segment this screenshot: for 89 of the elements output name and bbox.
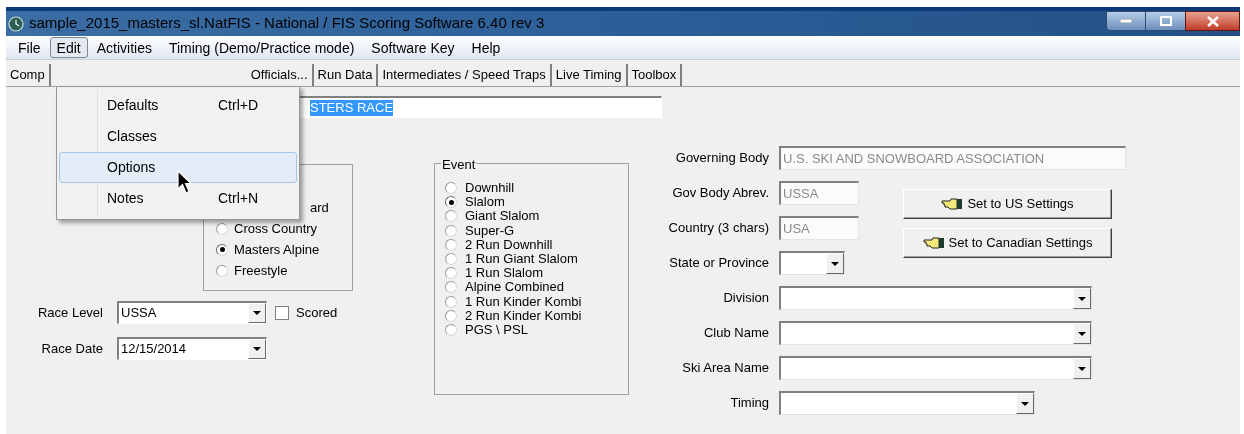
field-label: Country (3 chars) <box>667 219 770 238</box>
minimize-icon <box>1120 19 1132 23</box>
combo-box[interactable]: USSA <box>117 301 267 324</box>
combo-box[interactable] <box>779 251 845 275</box>
caret-icon <box>1021 401 1029 406</box>
radio-button[interactable] <box>445 281 457 294</box>
combo-box[interactable]: 12/15/2014 <box>117 337 267 360</box>
dropdown-button[interactable] <box>248 339 266 359</box>
menu-item[interactable]: Help <box>463 37 509 58</box>
field-label: Club Name <box>702 324 770 343</box>
caret-icon <box>253 347 261 351</box>
tab[interactable]: Live Timing <box>551 64 628 86</box>
caret-icon <box>1078 366 1086 371</box>
checkbox[interactable] <box>275 305 289 320</box>
radio-label: 1 Run Kinder Kombi <box>465 294 582 309</box>
menu-item[interactable]: Options <box>59 152 297 183</box>
maximize-icon <box>1159 16 1172 26</box>
combo-box[interactable] <box>779 286 1092 310</box>
radio-label: Super-G <box>465 223 515 238</box>
radio-button[interactable] <box>445 267 457 280</box>
combo-box[interactable] <box>779 356 1092 380</box>
settings-button[interactable]: Set to Canadian Settings <box>903 228 1112 258</box>
field-label: State or Province <box>668 254 770 273</box>
menu-item[interactable]: File <box>10 37 49 58</box>
radio-button[interactable] <box>445 295 457 308</box>
radio-button[interactable] <box>445 224 457 237</box>
settings-button[interactable]: Set to US Settings <box>903 189 1112 219</box>
caret-icon <box>1078 331 1086 336</box>
radio-label: PGS \ PSL <box>465 322 528 337</box>
tab[interactable]: Toolbox <box>627 64 683 86</box>
radio-label: 2 Run Downhill <box>465 237 553 252</box>
radio-label: ard <box>310 198 329 217</box>
field-label: Ski Area Name <box>681 359 770 378</box>
window-title: sample_2015_masters_sl.NatFIS - National / FIS Scoring Software 6.40 rev 3 <box>29 13 545 34</box>
dropdown-button[interactable] <box>826 253 844 274</box>
menu-item[interactable]: Classes <box>59 121 297 152</box>
radio-label: Freestyle <box>234 261 288 280</box>
field-label: Gov Body Abrev. <box>671 184 770 203</box>
field-label: Timing <box>729 394 770 413</box>
field-label: Division <box>722 289 770 308</box>
caret-icon <box>253 311 261 315</box>
tab[interactable]: Run Data <box>313 64 379 86</box>
radio-label: Slalom <box>465 195 505 210</box>
radio-button[interactable] <box>445 196 457 209</box>
tab[interactable]: Intermediates / Speed Traps <box>378 64 552 86</box>
combo-box[interactable] <box>779 391 1035 415</box>
radio-label: Cross Country <box>234 219 318 238</box>
menu-item[interactable]: Notes Ctrl+N <box>59 183 297 214</box>
close-button[interactable] <box>1185 11 1240 31</box>
radio-label: Alpine Combined <box>465 280 564 295</box>
radio-button[interactable] <box>445 323 457 336</box>
dropdown-button[interactable] <box>248 303 266 323</box>
dropdown-button[interactable] <box>1073 288 1091 309</box>
tab[interactable]: Comp <box>6 64 51 86</box>
radio-label: 1 Run Giant Slalom <box>465 252 578 267</box>
radio-button[interactable] <box>216 222 228 235</box>
radio-button[interactable] <box>216 264 228 277</box>
caret-icon <box>831 261 839 266</box>
maximize-button[interactable] <box>1146 11 1185 31</box>
radio-button[interactable] <box>216 243 228 256</box>
radio-button[interactable] <box>445 253 457 266</box>
pointing-hand-icon <box>941 198 964 210</box>
minimize-button[interactable] <box>1106 11 1146 31</box>
field-label: Race Level <box>36 303 104 322</box>
radio-label: Masters Alpine <box>234 240 320 259</box>
dropdown-button[interactable] <box>1073 323 1091 344</box>
menu-item[interactable]: Software Key <box>363 37 463 58</box>
menu-item[interactable]: Activities <box>88 37 160 58</box>
dropdown-button[interactable] <box>1073 358 1091 379</box>
field-label: Race Date <box>40 339 104 358</box>
checkbox-label: Scored <box>296 303 338 322</box>
menu-item[interactable]: Timing (Demo/Practice mode) <box>160 37 363 58</box>
selected-text: STERS RACE <box>310 99 394 116</box>
radio-label: 2 Run Kinder Kombi <box>465 308 582 323</box>
radio-label: 1 Run Slalom <box>465 266 544 281</box>
radio-button[interactable] <box>445 210 457 223</box>
close-icon <box>1206 15 1219 27</box>
dropdown-button[interactable] <box>1016 393 1034 414</box>
combo-box[interactable] <box>779 321 1092 345</box>
radio-button[interactable] <box>445 182 457 195</box>
field-label: Governing Body <box>674 149 770 168</box>
radio-label: Downhill <box>465 181 515 196</box>
radio-button[interactable] <box>445 309 457 322</box>
clock-icon <box>8 15 24 32</box>
caret-icon <box>1078 296 1086 301</box>
radio-button[interactable] <box>445 238 457 251</box>
radio-label: Giant Slalom <box>465 209 540 224</box>
menu-item[interactable]: Edit <box>49 37 88 58</box>
pointing-hand-icon <box>922 237 945 249</box>
